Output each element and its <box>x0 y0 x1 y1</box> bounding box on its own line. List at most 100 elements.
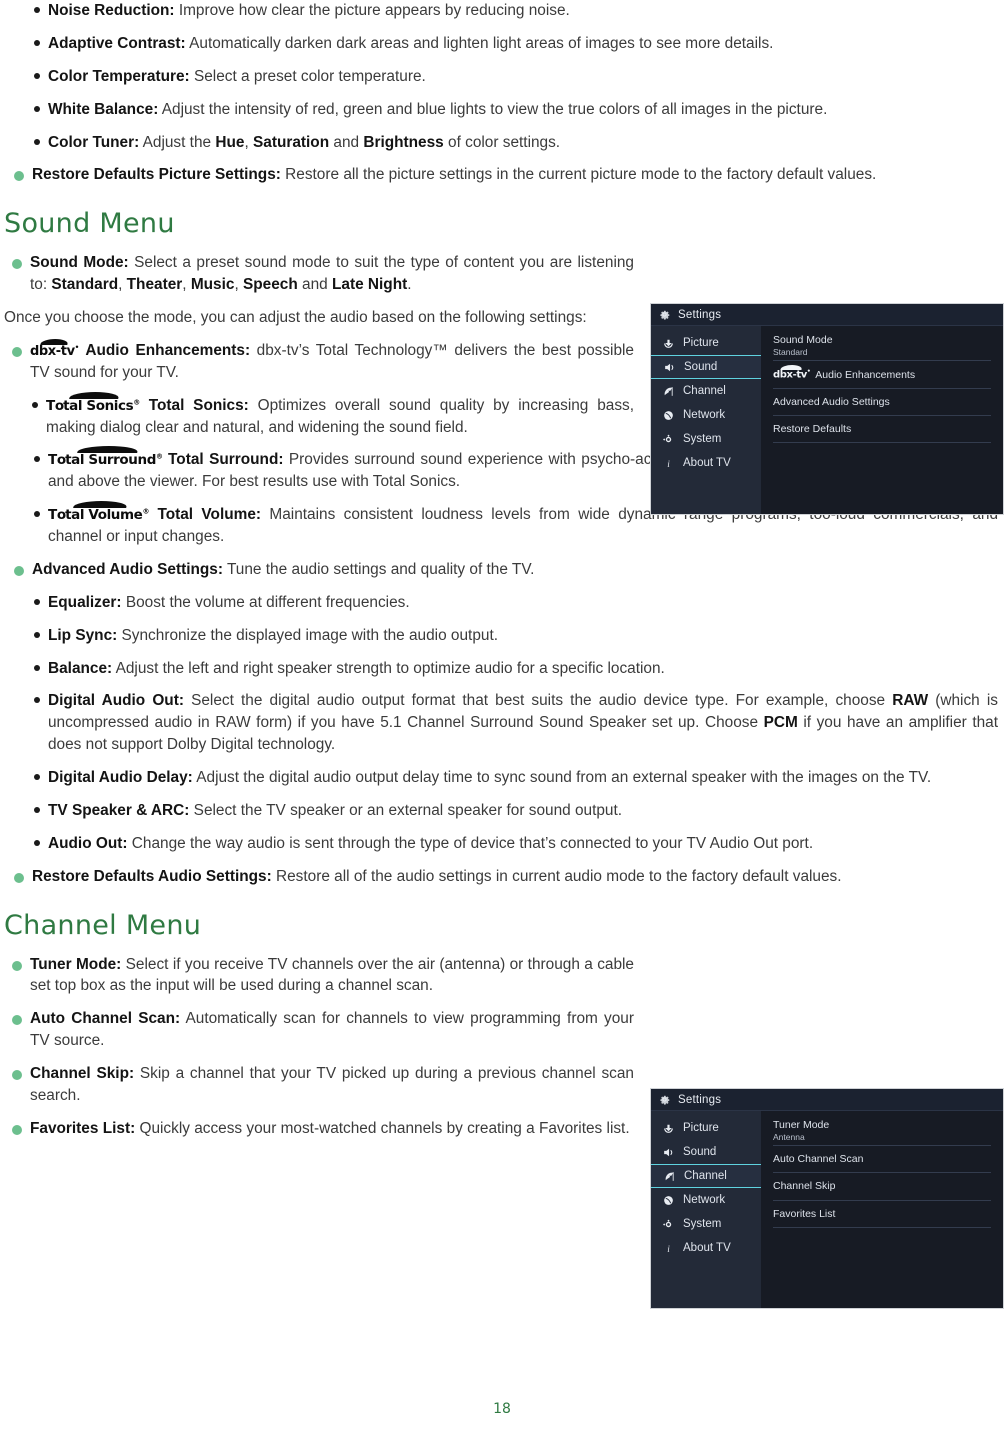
bullet-dot-icon <box>26 833 48 846</box>
total-volume-logo: Total Volume® <box>48 501 149 525</box>
sidebar-item-picture[interactable]: Picture <box>651 1116 761 1140</box>
sidebar-item-channel[interactable]: Channel <box>651 379 761 403</box>
tv-setting-row[interactable]: Auto Channel Scan <box>773 1146 991 1174</box>
list-item: Digital Audio Out: Select the digital au… <box>6 690 998 756</box>
channel-icon <box>663 1170 676 1183</box>
sidebar-item-sound[interactable]: Sound <box>651 1140 761 1164</box>
list-item: Channel Skip: Skip a channel that your T… <box>4 1063 634 1107</box>
bullet-dot-icon <box>26 132 48 145</box>
bullet-dot-icon <box>26 99 48 112</box>
about-icon: i <box>662 457 675 470</box>
bullet-dot-icon <box>26 33 48 46</box>
term-desc: Automatically darken dark areas and ligh… <box>185 34 774 52</box>
tv-settings-panel-sound[interactable]: Settings Picture Sound Channel Network S… <box>650 303 1004 515</box>
term-desc: Select a preset color temperature. <box>189 67 426 85</box>
bullet-dot-icon <box>24 395 46 408</box>
sidebar-item-picture[interactable]: Picture <box>651 331 761 355</box>
term-desc: Boost the volume at different frequencie… <box>121 593 410 611</box>
list-item: Lip Sync: Synchronize the displayed imag… <box>6 625 998 647</box>
tv-panel-header: Settings <box>651 304 1003 326</box>
list-item: Color Tuner: Adjust the Hue, Saturation … <box>6 132 998 154</box>
tv-setting-label: Restore Defaults <box>773 423 852 436</box>
sidebar-item-system[interactable]: System <box>651 1212 761 1236</box>
bullet-dot-icon <box>26 690 48 704</box>
term-label: Adaptive Contrast: <box>48 34 186 52</box>
tv-panel-title: Settings <box>678 1093 722 1106</box>
sidebar-item-sound[interactable]: Sound <box>651 355 761 379</box>
term-label: Digital Audio Out: <box>48 692 184 710</box>
sidebar-item-label: Sound <box>683 1146 717 1158</box>
sound-icon <box>663 361 676 374</box>
sidebar-item-label: Channel <box>684 1170 727 1182</box>
about-icon: i <box>662 1242 675 1255</box>
sidebar-item-label: Channel <box>683 385 726 397</box>
bullet-dot-icon <box>4 1008 30 1026</box>
list-item: Restore Defaults Audio Settings: Restore… <box>6 866 998 888</box>
sidebar-item-label: System <box>683 1218 722 1230</box>
list-item: Color Temperature: Select a preset color… <box>6 66 998 88</box>
tv-panel-body: Picture Sound Channel Network System i A… <box>651 1111 1003 1308</box>
sidebar-item-network[interactable]: Network <box>651 1188 761 1212</box>
tv-settings-panel-channel[interactable]: Settings Picture Sound Channel Network S… <box>650 1088 1004 1309</box>
system-icon <box>662 433 675 446</box>
tv-setting-row[interactable]: Restore Defaults <box>773 416 991 444</box>
term-desc: Change the way audio is sent through the… <box>127 834 814 852</box>
bullet-dot-icon <box>26 592 48 605</box>
list-item: Advanced Audio Settings: Tune the audio … <box>6 559 998 581</box>
sidebar-item-about-tv[interactable]: i About TV <box>651 1236 761 1260</box>
sidebar-item-label: Network <box>683 409 726 421</box>
tv-setting-row[interactable]: Tuner Mode Antenna <box>773 1119 991 1147</box>
term-desc: Select if you receive TV channels over t… <box>30 955 634 995</box>
sidebar-item-channel[interactable]: Channel <box>651 1164 761 1188</box>
sidebar-item-label: Picture <box>683 1122 719 1134</box>
list-item: Favorites List: Quickly access your most… <box>4 1118 634 1140</box>
term-label: Equalizer: <box>48 593 122 611</box>
tv-setting-row[interactable]: Favorites List <box>773 1201 991 1228</box>
tv-setting-label: Advanced Audio Settings <box>773 396 890 409</box>
list-item: White Balance: Adjust the intensity of r… <box>6 99 998 121</box>
tv-content-channel: Tuner Mode Antenna Auto Channel Scan Cha… <box>761 1111 1003 1308</box>
term-label: Total Volume: <box>157 506 262 524</box>
tv-setting-row[interactable]: dbx-tv• Audio Enhancements <box>773 361 991 390</box>
term-label: Balance: <box>48 659 113 677</box>
channel-menu-block: Tuner Mode: Select if you receive TV cha… <box>4 954 634 1140</box>
term-desc: Quickly access your most-watched channel… <box>135 1119 630 1137</box>
term-desc: Adjust the digital audio output delay ti… <box>192 769 932 786</box>
dbx-tv-logo: dbx-tv• <box>30 338 79 361</box>
tv-setting-label: Channel Skip <box>773 1180 836 1193</box>
sidebar-item-network[interactable]: Network <box>651 403 761 427</box>
sidebar-item-about-tv[interactable]: i About TV <box>651 451 761 475</box>
total-sonics-block: Total Sonics® Total Sonics: Optimizes ov… <box>4 391 634 439</box>
term-label: Noise Reduction: <box>48 2 175 19</box>
term-label: Total Surround: <box>168 451 284 469</box>
tv-setting-value: Antenna <box>773 1132 805 1143</box>
list-item: TV Speaker & ARC: Select the TV speaker … <box>6 800 998 822</box>
term-label: Restore Defaults Picture Settings: <box>32 166 281 184</box>
tv-setting-label: Audio Enhancements <box>815 368 916 381</box>
svg-text:i: i <box>667 458 670 468</box>
sidebar-item-system[interactable]: System <box>651 427 761 451</box>
bullet-dot-icon <box>6 164 32 182</box>
channel-icon <box>662 385 675 398</box>
list-item: Sound Mode: Select a preset sound mode t… <box>4 252 634 296</box>
bullet-dot-icon <box>6 559 32 576</box>
term-desc: Tune the audio settings and quality of t… <box>222 560 535 578</box>
term-desc: Improve how clear the picture appears by… <box>174 2 570 19</box>
bullet-dot-icon <box>4 340 30 357</box>
bullet-dot-icon <box>4 252 30 270</box>
sound-intro-block: Sound Mode: Select a preset sound mode t… <box>4 252 634 383</box>
dbx-tv-logo: dbx-tv• <box>773 365 811 382</box>
term-label: Tuner Mode: <box>30 955 122 973</box>
list-item: Auto Channel Scan: Automatically scan fo… <box>4 1008 634 1052</box>
term-desc: Restore all the picture settings in the … <box>280 166 877 184</box>
tv-setting-row[interactable]: Advanced Audio Settings <box>773 389 991 417</box>
tv-setting-row[interactable]: Channel Skip <box>773 1173 991 1201</box>
list-item: dbx-tv• Audio Enhancements: dbx-tv’s Tot… <box>4 338 634 384</box>
bullet-dot-icon <box>26 504 48 518</box>
term-desc: Synchronize the displayed image with the… <box>117 626 498 644</box>
list-item: Noise Reduction: Improve how clear the p… <box>6 0 998 22</box>
term-label: Total Sonics: <box>148 396 249 414</box>
tv-setting-row[interactable]: Sound Mode Standard <box>773 334 991 362</box>
tv-panel-title: Settings <box>678 308 722 321</box>
picture-menu-tail: Noise Reduction: Improve how clear the p… <box>4 0 1000 186</box>
